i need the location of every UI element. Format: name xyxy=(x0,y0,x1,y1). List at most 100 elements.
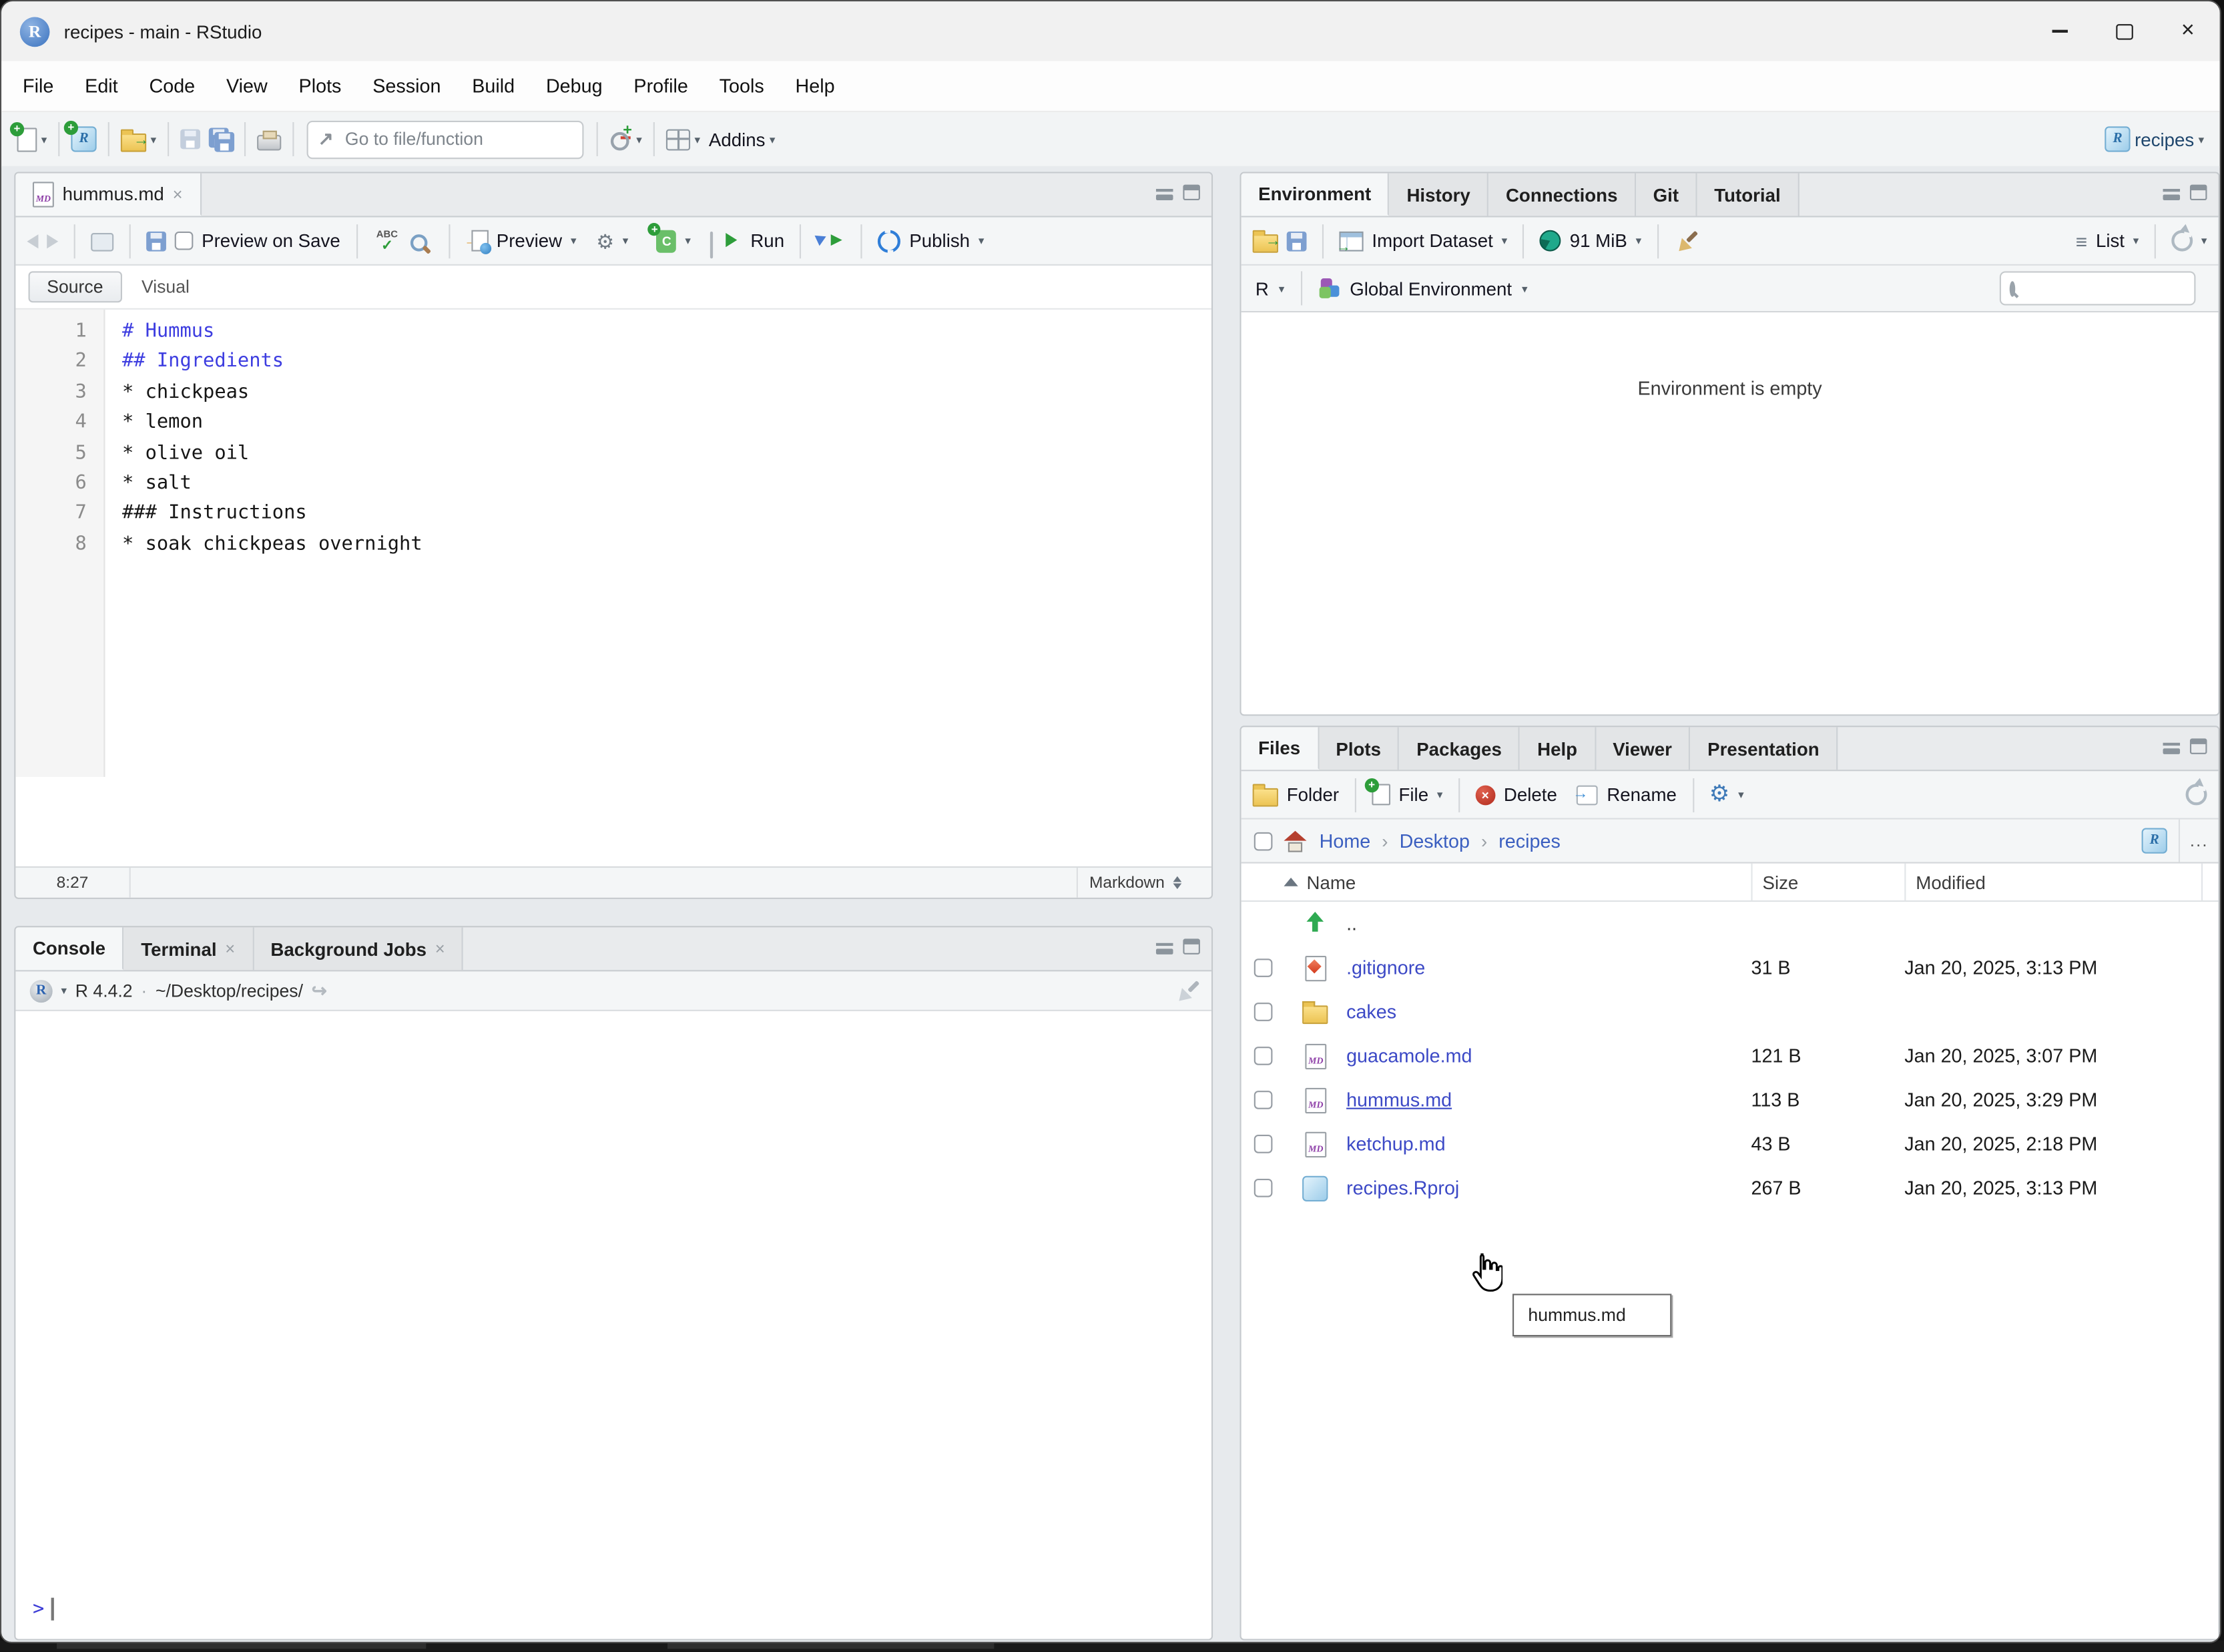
files-tab[interactable]: Files xyxy=(1241,727,1319,770)
menu-item[interactable]: View xyxy=(211,75,284,97)
row-checkbox[interactable] xyxy=(1254,958,1273,977)
close-button[interactable]: × xyxy=(2156,1,2220,61)
environment-tab[interactable]: Connections xyxy=(1488,173,1637,216)
visual-mode-button[interactable]: Visual xyxy=(142,277,190,297)
chevron-down-icon[interactable]: ▾ xyxy=(151,133,157,146)
environment-tab[interactable]: Git xyxy=(1636,173,1697,216)
file-row[interactable]: recipes.Rproj 267 B Jan 20, 2025, 3:13 P… xyxy=(1241,1166,2219,1210)
environment-selector[interactable]: Global Environment xyxy=(1350,278,1512,299)
menu-item[interactable]: Code xyxy=(133,75,210,97)
minimize-button[interactable] xyxy=(2028,1,2092,61)
file-row[interactable]: ketchup.md 43 B Jan 20, 2025, 2:18 PM xyxy=(1241,1122,2219,1166)
console-tab[interactable]: Console × xyxy=(15,927,124,971)
new-folder-button[interactable]: Folder xyxy=(1287,784,1339,806)
chevron-down-icon[interactable]: ▾ xyxy=(1279,282,1285,294)
preview-button[interactable]: Preview xyxy=(497,230,562,252)
menu-item[interactable]: Help xyxy=(780,75,850,97)
editor-tab-hummus[interactable]: hummus.md × xyxy=(15,173,202,216)
list-view-button[interactable]: List xyxy=(2096,230,2125,252)
load-workspace-icon[interactable] xyxy=(1252,230,1281,253)
file-row[interactable]: hummus.md 113 B Jan 20, 2025, 3:29 PM xyxy=(1241,1078,2219,1122)
insert-chunk-icon[interactable]: C xyxy=(648,222,677,252)
environment-search-input[interactable] xyxy=(2022,276,2219,300)
file-row[interactable]: guacamole.md 121 B Jan 20, 2025, 3:07 PM xyxy=(1241,1034,2219,1078)
open-in-new-window-icon[interactable] xyxy=(91,232,114,252)
spellcheck-icon[interactable]: ABC ✓ xyxy=(373,230,402,253)
minimize-pane-icon[interactable] xyxy=(1155,186,1173,200)
goto-file-function-box[interactable]: ↗ xyxy=(306,119,584,159)
maximize-button[interactable] xyxy=(2092,1,2156,61)
chevron-down-icon[interactable]: ▾ xyxy=(41,133,47,146)
menu-item[interactable]: File xyxy=(7,75,69,97)
breadcrumb-link[interactable]: Desktop xyxy=(1400,830,1470,852)
save-icon[interactable] xyxy=(146,230,166,251)
language-selector[interactable]: R xyxy=(1256,278,1269,299)
preview-on-save-checkbox[interactable] xyxy=(174,231,194,250)
row-checkbox[interactable] xyxy=(1254,1179,1273,1197)
column-header-size[interactable]: Size xyxy=(1763,871,1799,892)
save-workspace-icon[interactable] xyxy=(1286,230,1307,251)
run-button[interactable]: Run xyxy=(750,230,784,252)
environment-tab[interactable]: History xyxy=(1389,173,1489,216)
files-tab[interactable]: Viewer xyxy=(1595,727,1691,770)
code-editor[interactable]: 1 # Hummus 2 ## Ingredients 3 * chickpea… xyxy=(15,309,1211,777)
new-project-button[interactable]: R xyxy=(63,118,101,161)
new-file-button[interactable]: File xyxy=(1399,784,1429,806)
chevron-down-icon[interactable]: ▾ xyxy=(1522,282,1528,294)
minimize-pane-icon[interactable] xyxy=(2163,186,2181,200)
files-tab[interactable]: Presentation xyxy=(1690,727,1838,770)
maximize-pane-icon[interactable] xyxy=(1183,938,1200,954)
file-name-link[interactable]: hummus.md xyxy=(1346,1089,1452,1111)
console-body[interactable]: > xyxy=(15,1011,1211,1639)
column-header-name[interactable]: Name xyxy=(1241,871,1356,892)
menu-item[interactable]: Tools xyxy=(704,75,780,97)
addins-button[interactable]: Addins ▾ xyxy=(704,118,779,161)
maximize-pane-icon[interactable] xyxy=(2189,184,2207,201)
file-row[interactable]: .gitignore 31 B Jan 20, 2025, 3:13 PM xyxy=(1241,946,2219,990)
open-file-button[interactable]: ▾ xyxy=(117,118,161,161)
file-name-link[interactable]: recipes.Rproj xyxy=(1346,1177,1459,1199)
close-icon[interactable]: × xyxy=(435,938,445,958)
new-file-button[interactable]: ▾ xyxy=(9,118,51,161)
chevron-down-icon[interactable]: ▾ xyxy=(1437,788,1443,801)
chevron-down-icon[interactable]: ▾ xyxy=(685,234,691,247)
gear-icon[interactable]: ⚙ xyxy=(596,231,614,251)
select-all-checkbox[interactable] xyxy=(1254,831,1273,850)
delete-button[interactable]: Delete xyxy=(1504,784,1557,806)
chevron-down-icon[interactable]: ▾ xyxy=(979,234,985,247)
breadcrumb-link[interactable]: Home xyxy=(1320,830,1371,852)
file-name-link[interactable]: .. xyxy=(1346,913,1357,934)
minimize-pane-icon[interactable] xyxy=(1155,939,1173,954)
maximize-pane-icon[interactable] xyxy=(1183,184,1200,201)
chevron-down-icon[interactable]: ▾ xyxy=(2133,234,2139,247)
file-name-link[interactable]: ketchup.md xyxy=(1346,1133,1446,1155)
close-icon[interactable]: × xyxy=(225,938,235,958)
menu-item[interactable]: Build xyxy=(457,75,531,97)
chevron-down-icon[interactable]: ▾ xyxy=(2201,234,2207,247)
file-name-link[interactable]: guacamole.md xyxy=(1346,1045,1472,1067)
chevron-down-icon[interactable]: ▾ xyxy=(571,234,577,247)
environment-tab[interactable]: Tutorial xyxy=(1697,173,1799,216)
project-menu-button[interactable]: R recipes ▾ xyxy=(2101,118,2209,161)
rerun-icon[interactable] xyxy=(817,232,846,250)
save-all-button[interactable] xyxy=(204,118,237,161)
chevron-down-icon[interactable]: ▾ xyxy=(695,133,701,146)
chevron-down-icon[interactable]: ▾ xyxy=(623,234,629,247)
memory-usage-label[interactable]: 91 MiB xyxy=(1570,230,1627,252)
print-button[interactable] xyxy=(253,118,286,161)
forward-icon[interactable] xyxy=(47,234,59,248)
row-checkbox[interactable] xyxy=(1254,1091,1273,1109)
path-browse-button[interactable]: ... xyxy=(2178,819,2219,862)
source-mode-button[interactable]: Source xyxy=(28,271,122,303)
refresh-icon[interactable] xyxy=(2171,229,2193,252)
rename-button[interactable]: Rename xyxy=(1607,784,1677,806)
menu-item[interactable]: Session xyxy=(357,75,457,97)
maximize-pane-icon[interactable] xyxy=(2189,738,2207,754)
row-checkbox[interactable] xyxy=(1254,1135,1273,1153)
row-checkbox[interactable] xyxy=(1254,1003,1273,1021)
environment-tab[interactable]: Environment xyxy=(1241,173,1390,216)
version-control-button[interactable]: + ▾ xyxy=(605,118,646,161)
chevron-down-icon[interactable]: ▾ xyxy=(1502,234,1508,247)
close-icon[interactable]: × xyxy=(173,184,183,204)
minimize-pane-icon[interactable] xyxy=(2163,739,2181,754)
